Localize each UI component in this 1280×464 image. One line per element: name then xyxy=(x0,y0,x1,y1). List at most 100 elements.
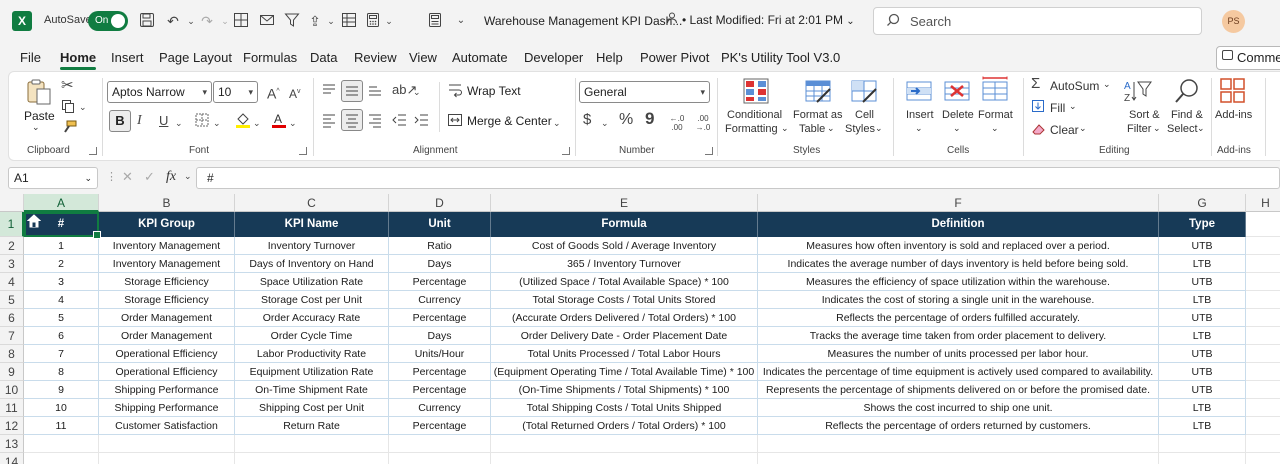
delete-cells-button[interactable]: Delete xyxy=(942,109,974,121)
tab-home[interactable]: Home xyxy=(60,50,97,70)
cut-icon[interactable]: ✂ xyxy=(61,78,74,94)
fill-button[interactable]: Fill xyxy=(1050,101,1065,115)
last-modified[interactable]: • Last Modified: Fri at 2:01 PM ⌄ xyxy=(682,13,855,27)
empty-cell[interactable] xyxy=(99,435,235,453)
share-dropdown-icon[interactable]: ⌄ xyxy=(322,12,340,30)
tab-page-layout[interactable]: Page Layout xyxy=(159,50,232,65)
table-cell[interactable]: On-Time Shipment Rate xyxy=(235,381,389,399)
table-cell[interactable]: UTB xyxy=(1159,363,1246,381)
conditional-formatting-icon[interactable] xyxy=(743,78,771,104)
table-cell[interactable]: 2 xyxy=(24,255,99,273)
table-cell[interactable]: 3 xyxy=(24,273,99,291)
table-cell[interactable]: 6 xyxy=(24,327,99,345)
column-header-a[interactable]: A xyxy=(24,194,99,212)
table-cell[interactable]: Shipping Performance xyxy=(99,381,235,399)
table-cell[interactable]: Operational Efficiency xyxy=(99,345,235,363)
table-cell[interactable]: Measures the number of units processed p… xyxy=(758,345,1159,363)
empty-cell[interactable] xyxy=(1246,212,1280,237)
table-cell[interactable]: Days xyxy=(389,255,491,273)
number-format-select[interactable]: General ▾ xyxy=(579,81,710,103)
table-cell[interactable]: Reflects the percentage of orders return… xyxy=(758,417,1159,435)
table-cell[interactable]: (Utilized Space / Total Available Space)… xyxy=(491,273,758,291)
save-icon[interactable] xyxy=(138,12,156,30)
table-cell[interactable]: LTB xyxy=(1159,327,1246,345)
font-color-dropdown-icon[interactable]: ⌄ xyxy=(289,115,297,131)
row-header-2[interactable]: 2 xyxy=(0,237,24,255)
clipboard-launcher-icon[interactable] xyxy=(89,147,97,155)
column-header-h[interactable]: H xyxy=(1246,194,1280,212)
fill-icon[interactable] xyxy=(1031,99,1045,117)
row-header-4[interactable]: 4 xyxy=(0,273,24,291)
table-cell[interactable]: Total Shipping Costs / Total Units Shipp… xyxy=(491,399,758,417)
font-size-select[interactable]: 10 ▾ xyxy=(213,81,258,103)
cancel-icon[interactable]: ✕ xyxy=(122,169,133,185)
search-box[interactable]: Search xyxy=(873,7,1202,35)
clear-button[interactable]: Clear xyxy=(1050,123,1079,137)
calculator-dropdown-icon[interactable]: ⌄ xyxy=(380,12,398,30)
chevron-down-icon[interactable]: ⌄ xyxy=(1079,123,1087,134)
chevron-down-icon[interactable]: ⌄ xyxy=(875,123,883,134)
chevron-down-icon[interactable]: ⌄ xyxy=(915,123,923,134)
table-header-cell[interactable]: Unit xyxy=(389,212,491,237)
table-cell[interactable]: Storage Efficiency xyxy=(99,291,235,309)
clear-icon[interactable] xyxy=(1031,122,1047,140)
table-cell[interactable]: Tracks the average time taken from order… xyxy=(758,327,1159,345)
table-cell[interactable]: Inventory Management xyxy=(99,237,235,255)
copy-dropdown-icon[interactable]: ⌄ xyxy=(79,99,87,115)
paste-icon[interactable] xyxy=(25,78,53,105)
comma-button[interactable]: 9 xyxy=(645,110,654,127)
align-center-icon[interactable] xyxy=(341,109,363,131)
find-select-icon[interactable] xyxy=(1173,78,1201,104)
column-header-e[interactable]: E xyxy=(491,194,758,212)
table-cell[interactable]: LTB xyxy=(1159,399,1246,417)
empty-cell[interactable] xyxy=(758,435,1159,453)
table-cell[interactable]: Reflects the percentage of orders fulfil… xyxy=(758,309,1159,327)
empty-cell[interactable] xyxy=(758,453,1159,464)
row-header-12[interactable]: 12 xyxy=(0,417,24,435)
font-launcher-icon[interactable] xyxy=(299,147,307,155)
table-cell[interactable]: Space Utilization Rate xyxy=(235,273,389,291)
alignment-launcher-icon[interactable] xyxy=(562,147,570,155)
table-cell[interactable]: Percentage xyxy=(389,381,491,399)
document-title[interactable]: Warehouse Management KPI Dash... xyxy=(484,14,682,28)
table-cell[interactable]: Percentage xyxy=(389,363,491,381)
tab-utility-tool[interactable]: PK's Utility Tool V3.0 xyxy=(721,50,840,65)
table-header-cell[interactable]: Definition xyxy=(758,212,1159,237)
empty-cell[interactable] xyxy=(1159,453,1246,464)
column-header-b[interactable]: B xyxy=(99,194,235,212)
cell-borders-icon[interactable] xyxy=(195,113,209,131)
empty-cell[interactable] xyxy=(389,435,491,453)
tab-insert[interactable]: Insert xyxy=(111,50,144,65)
empty-cell[interactable] xyxy=(1246,291,1280,309)
undo-icon[interactable]: ↶ xyxy=(164,12,182,30)
decrease-font-icon[interactable]: Av xyxy=(289,84,301,102)
table-cell[interactable]: Total Storage Costs / Total Units Stored xyxy=(491,291,758,309)
empty-cell[interactable] xyxy=(1246,345,1280,363)
table-cell[interactable]: Days of Inventory on Hand xyxy=(235,255,389,273)
tab-view[interactable]: View xyxy=(409,50,437,65)
autosum-icon[interactable]: Σ xyxy=(1031,76,1040,92)
chevron-down-icon[interactable]: ⌄ xyxy=(1103,79,1111,90)
table-cell[interactable]: Customer Satisfaction xyxy=(99,417,235,435)
table-cell[interactable]: LTB xyxy=(1159,417,1246,435)
table-cell[interactable]: UTB xyxy=(1159,273,1246,291)
row-header-11[interactable]: 11 xyxy=(0,399,24,417)
sort-filter-icon[interactable]: AZ xyxy=(1123,78,1152,104)
table-header-cell[interactable]: Type xyxy=(1159,212,1246,237)
table-cell[interactable]: Percentage xyxy=(389,417,491,435)
format-as-table-label-1[interactable]: Format as xyxy=(793,109,843,121)
table-cell[interactable]: UTB xyxy=(1159,237,1246,255)
chevron-down-icon[interactable]: ⌄ xyxy=(1153,123,1161,134)
avatar[interactable]: PS xyxy=(1222,10,1245,33)
chevron-down-icon[interactable]: ⌄ xyxy=(827,123,835,134)
decrease-indent-icon[interactable] xyxy=(392,112,408,132)
table-cell[interactable]: Inventory Turnover xyxy=(235,237,389,255)
column-header-g[interactable]: G xyxy=(1159,194,1246,212)
calculator-2-icon[interactable] xyxy=(426,12,444,30)
table-cell[interactable]: Represents the percentage of shipments d… xyxy=(758,381,1159,399)
empty-cell[interactable] xyxy=(1246,327,1280,345)
name-box[interactable]: A1 ⌄ xyxy=(8,167,98,189)
select-all-corner[interactable] xyxy=(0,194,24,212)
empty-cell[interactable] xyxy=(1246,309,1280,327)
font-color-icon[interactable]: A xyxy=(271,111,287,133)
